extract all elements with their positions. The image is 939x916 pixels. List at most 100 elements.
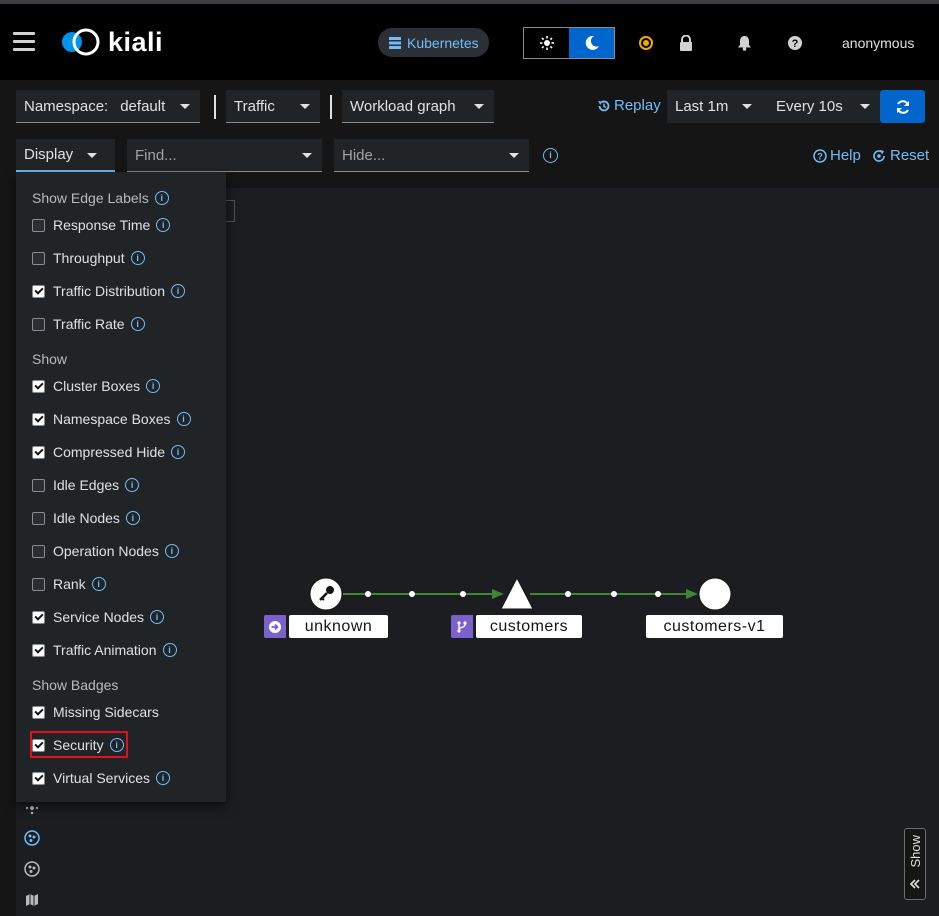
dark-theme-button[interactable] [569,28,614,58]
menu-item-traffic-animation[interactable]: Traffic Animation i [32,640,177,660]
checkbox-service-nodes[interactable] [32,610,45,624]
menu-item-namespace-boxes[interactable]: Namespace Boxes i [32,409,191,429]
node-unknown[interactable] [309,577,343,611]
checkbox-idle-nodes[interactable] [32,511,45,525]
check-icon [33,643,44,654]
info-icon[interactable]: i [164,544,179,558]
layout-dagre-icon[interactable] [20,857,44,881]
help-button[interactable]: ? Help [813,147,861,164]
info-icon[interactable]: i [125,511,140,525]
menu-item-response-time[interactable]: Response Time i [32,215,171,235]
checkbox-traffic-distribution[interactable] [32,284,45,298]
checkbox-response-time[interactable] [32,218,45,232]
lock-icon[interactable] [677,34,695,52]
menu-item-label: Idle Nodes [53,510,120,526]
info-icon[interactable]: i [130,317,145,331]
help-question-icon[interactable]: ? [786,34,804,52]
chevron-down-icon [302,153,312,158]
menu-item-compressed-hide[interactable]: Compressed Hide i [32,442,186,462]
hamburger-menu-icon[interactable] [13,32,35,51]
menu-item-service-nodes[interactable]: Service Nodes i [32,607,165,627]
info-icon[interactable]: i [156,218,171,232]
hide-placeholder: Hide... [342,146,386,164]
refresh-interval-selector[interactable]: Every 10s [762,90,880,123]
username[interactable]: anonymous [842,35,914,51]
ingress-badge-icon [264,615,286,638]
help-label: Help [830,147,861,164]
graph-type-value: Workload graph [350,97,456,115]
check-icon [33,379,44,390]
namespace-selector[interactable]: Namespace: default [16,90,200,123]
light-theme-button[interactable] [524,28,569,58]
checkbox-rank[interactable] [32,577,45,591]
info-icon[interactable]: i [91,577,106,591]
show-side-panel-tab[interactable]: Show [904,828,926,900]
cluster-badge[interactable]: Kubernetes [378,28,489,57]
info-icon[interactable]: i [156,771,171,785]
badges-header: Show Badges [32,677,119,693]
edge-customers-customers-v1[interactable] [530,589,698,599]
info-icon[interactable]: i [171,284,186,298]
reset-label: Reset [890,147,930,164]
info-icon[interactable]: i [154,191,169,205]
divider [330,95,332,119]
checkbox-namespace-boxes[interactable] [32,412,45,426]
checkbox-throughput[interactable] [32,251,45,265]
menu-item-idle-nodes[interactable]: Idle Nodes i [32,508,140,528]
menu-item-label: Throughput [53,250,125,266]
menu-item-label: Response Time [53,217,151,233]
duration-selector[interactable]: Last 1m [667,90,762,123]
display-dropdown[interactable]: Display [16,139,115,172]
find-input[interactable]: Find... [127,139,322,172]
menu-item-virtual-services[interactable]: Virtual Services i [32,768,171,788]
replay-button[interactable]: Replay [597,97,661,114]
check-icon [33,412,44,423]
graph-type-selector[interactable]: Workload graph [342,90,494,123]
edge-labels-header: Show Edge Labels i [32,190,169,206]
checkbox-traffic-rate[interactable] [32,317,45,331]
menu-item-label: Virtual Services [53,770,151,786]
menu-item-cluster-boxes[interactable]: Cluster Boxes i [32,376,161,396]
menu-item-missing-sidecars[interactable]: Missing Sidecars [32,702,159,722]
menu-item-rank[interactable]: Rank i [32,574,106,594]
traffic-selector[interactable]: Traffic [226,90,320,123]
edge-unknown-customers[interactable] [343,589,504,599]
info-icon[interactable]: i [162,643,177,657]
checkbox-missing-sidecars[interactable] [32,705,45,719]
refresh-button[interactable] [880,90,925,123]
layout-cose-icon[interactable] [20,826,44,850]
node-customers[interactable] [500,576,534,610]
checkbox-compressed-hide[interactable] [32,445,45,459]
map-icon[interactable] [20,888,44,912]
checkbox-operation-nodes[interactable] [32,544,45,558]
reset-button[interactable]: Reset [872,147,929,164]
checkbox-idle-edges[interactable] [32,478,45,492]
hide-input[interactable]: Hide... [334,139,529,172]
menu-item-traffic-rate[interactable]: Traffic Rate i [32,314,145,334]
info-icon[interactable]: i [130,251,145,265]
svg-text:?: ? [817,151,823,161]
menu-item-operation-nodes[interactable]: Operation Nodes i [32,541,179,561]
istio-status-icon[interactable] [637,34,655,52]
bell-icon[interactable] [735,34,753,52]
menu-item-traffic-distribution[interactable]: Traffic Distribution i [32,281,186,301]
node-label-customers-v1: customers-v1 [646,615,783,638]
menu-item-throughput[interactable]: Throughput i [32,248,145,268]
moon-icon [585,35,599,50]
info-icon[interactable]: i [146,379,161,393]
info-icon[interactable]: i [125,478,140,492]
svg-text:?: ? [792,38,799,50]
checkbox-cluster-boxes[interactable] [32,379,45,393]
info-icon[interactable]: i [176,412,191,426]
server-icon [389,36,401,49]
kiali-logo[interactable]: kiali [60,26,163,58]
checkbox-virtual-services[interactable] [32,771,45,785]
info-icon[interactable]: i [171,445,186,459]
node-customers-v1[interactable] [698,577,732,611]
info-icon[interactable]: i [150,610,165,624]
checkbox-traffic-animation[interactable] [32,643,45,657]
menu-item-idle-edges[interactable]: Idle Edges i [32,475,140,495]
theme-toggle[interactable] [523,27,615,59]
find-hide-info-icon[interactable]: i [543,148,558,163]
show-label: Show [908,835,923,868]
